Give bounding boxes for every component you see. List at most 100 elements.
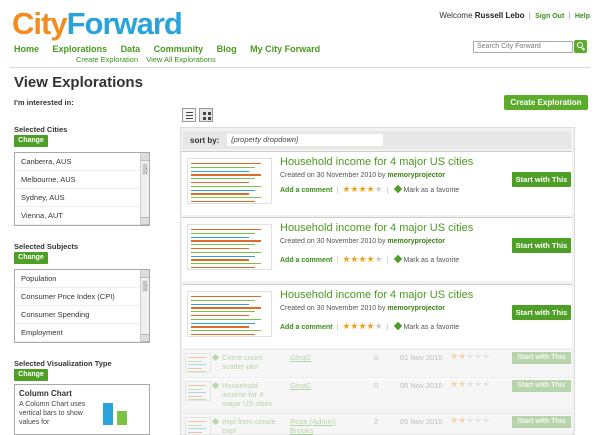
row-rating-stars[interactable]: ★★★★★ xyxy=(450,351,490,362)
nav-home[interactable]: Home xyxy=(14,44,39,54)
change-viz-type-button[interactable]: Change xyxy=(14,369,48,381)
card-title[interactable]: Household income for 4 major US cities xyxy=(280,289,473,301)
nav-blog[interactable]: Blog xyxy=(217,44,237,54)
start-with-this-button[interactable]: Start with This xyxy=(512,172,571,187)
thumbnail-line xyxy=(191,299,255,302)
chart-thumbnail[interactable] xyxy=(187,291,272,337)
sort-label: sort by: xyxy=(190,136,220,145)
list-item[interactable]: Consumer Price Index (CPI) xyxy=(15,288,149,306)
card-meta: Created on 30 November 2010 by memorypro… xyxy=(280,172,445,179)
thumbnail-line xyxy=(188,364,206,365)
subjects-scrollbar[interactable] xyxy=(140,270,149,342)
row-author[interactable]: Rose (Admin) Brooks xyxy=(290,417,340,435)
sub-nav: Create Exploration View All Explorations xyxy=(76,55,222,64)
row-title[interactable]: Crime count scatter plot xyxy=(222,353,278,371)
viz-type-card[interactable]: Column Chart A Column Chart uses vertica… xyxy=(14,384,150,435)
exploration-card: Household income for 4 major US cities C… xyxy=(182,151,572,215)
row-date: 01 Nov 2010 xyxy=(400,353,443,362)
header-divider xyxy=(10,67,590,68)
chart-thumbnail[interactable] xyxy=(187,224,272,270)
add-comment-link[interactable]: Add a comment xyxy=(280,187,333,194)
list-item[interactable]: Melbourne, AUS xyxy=(15,171,149,189)
author-link[interactable]: memoryprojector xyxy=(387,238,445,245)
list-item[interactable]: Consumer Spending xyxy=(15,306,149,324)
rating-stars[interactable]: ★★★★★ xyxy=(342,321,382,331)
subjects-list[interactable]: Population Consumer Price Index (CPI) Co… xyxy=(14,269,150,343)
list-item[interactable]: Canberra, AUS xyxy=(15,153,149,171)
thumbnail-line xyxy=(188,357,206,358)
list-item[interactable]: Vienna, AUT xyxy=(15,207,149,225)
row-count: 0 xyxy=(374,381,379,390)
interested-label: I'm interested in: xyxy=(14,98,74,107)
list-view-toggle[interactable] xyxy=(182,108,196,122)
sign-out-link[interactable]: Sign Out xyxy=(535,13,564,20)
row-rating-stars[interactable]: ★★★★★ xyxy=(450,379,490,390)
list-item[interactable]: Sydney, AUS xyxy=(15,189,149,207)
row-title[interactable]: expl from create expl xyxy=(222,417,278,435)
thumbnail-line xyxy=(146,288,147,291)
add-comment-link[interactable]: Add a comment xyxy=(280,257,333,264)
thumbnail-line xyxy=(191,193,249,195)
create-exploration-button[interactable]: Create Exploration xyxy=(504,95,588,110)
start-with-this-button[interactable]: Start with This xyxy=(512,238,571,253)
search-input[interactable]: Search City Forward xyxy=(473,41,573,53)
mark-favorite-link[interactable]: Mark as a favorite xyxy=(404,187,460,194)
author-link[interactable]: memoryprojector xyxy=(387,172,445,179)
favorite-icon xyxy=(393,254,402,264)
mark-favorite-link[interactable]: Mark as a favorite xyxy=(404,257,460,264)
thumbnail-line xyxy=(191,303,249,305)
chart-thumbnail[interactable] xyxy=(187,158,272,204)
thumbnail-line xyxy=(191,201,255,203)
sort-dropdown[interactable]: {property dropdown} xyxy=(227,134,383,146)
card-title[interactable]: Household income for 4 major US cities xyxy=(280,222,473,234)
start-with-this-button[interactable]: Start with This xyxy=(512,380,571,392)
card-meta: Created on 30 November 2010 by memorypro… xyxy=(280,238,445,245)
cities-list[interactable]: Canberra, AUS Melbourne, AUS Sydney, AUS… xyxy=(14,152,150,226)
card-title[interactable]: Household income for 4 major US cities xyxy=(280,156,473,168)
add-comment-link[interactable]: Add a comment xyxy=(280,324,333,331)
row-title[interactable]: Household income for 4 major US cities xyxy=(222,381,278,408)
row-author[interactable]: GinaC xyxy=(290,381,340,390)
row-rating-stars[interactable]: ★★★★★ xyxy=(450,415,490,426)
nav-explorations[interactable]: Explorations xyxy=(53,44,108,54)
subnav-view-all-explorations[interactable]: View All Explorations xyxy=(146,55,215,64)
list-item[interactable]: Population xyxy=(15,270,149,288)
row-thumbnail[interactable] xyxy=(185,417,211,435)
search-button[interactable] xyxy=(574,40,587,53)
thumbnail-line xyxy=(188,385,206,386)
thumbnail-line xyxy=(191,229,261,231)
row-author[interactable]: GinaC xyxy=(290,353,340,362)
thumbnail-line xyxy=(191,170,249,172)
nav-my-city-forward[interactable]: My City Forward xyxy=(250,44,320,54)
rating-stars[interactable]: ★★★★★ xyxy=(342,184,382,194)
list-item[interactable]: Employment xyxy=(15,324,149,342)
divider: | xyxy=(568,11,571,20)
thumbnail-line xyxy=(188,395,202,397)
thumbnail-line xyxy=(188,367,202,369)
change-subjects-button[interactable]: Change xyxy=(14,252,48,264)
start-with-this-button[interactable]: Start with This xyxy=(512,305,571,320)
start-with-this-button[interactable]: Start with This xyxy=(512,352,571,364)
rating-stars[interactable]: ★★★★★ xyxy=(342,254,382,264)
subnav-create-exploration[interactable]: Create Exploration xyxy=(76,55,138,64)
thumbnail-line xyxy=(188,392,206,393)
change-cities-button[interactable]: Change xyxy=(14,135,48,147)
row-thumbnail[interactable] xyxy=(185,381,211,401)
row-thumbnail[interactable] xyxy=(185,353,211,373)
thumbnail-line xyxy=(188,428,206,429)
thumbnail-line xyxy=(191,334,255,336)
nav-community[interactable]: Community xyxy=(154,44,204,54)
grid-view-toggle[interactable] xyxy=(199,108,213,122)
nav-data[interactable]: Data xyxy=(121,44,141,54)
cities-scrollbar[interactable] xyxy=(140,153,149,225)
author-link[interactable]: memoryprojector xyxy=(387,305,445,312)
logo[interactable]: CityForward xyxy=(12,6,183,42)
thumbnail-line xyxy=(191,185,261,188)
thumbnail-line xyxy=(191,267,255,269)
mark-favorite-link[interactable]: Mark as a favorite xyxy=(404,324,460,331)
help-link[interactable]: Help xyxy=(575,13,590,20)
welcome-text: Welcome xyxy=(439,11,473,20)
exploration-card: Household income for 4 major US cities C… xyxy=(182,217,572,281)
table-row: expl from create expl Rose (Admin) Brook… xyxy=(182,413,572,435)
start-with-this-button[interactable]: Start with This xyxy=(512,416,571,428)
